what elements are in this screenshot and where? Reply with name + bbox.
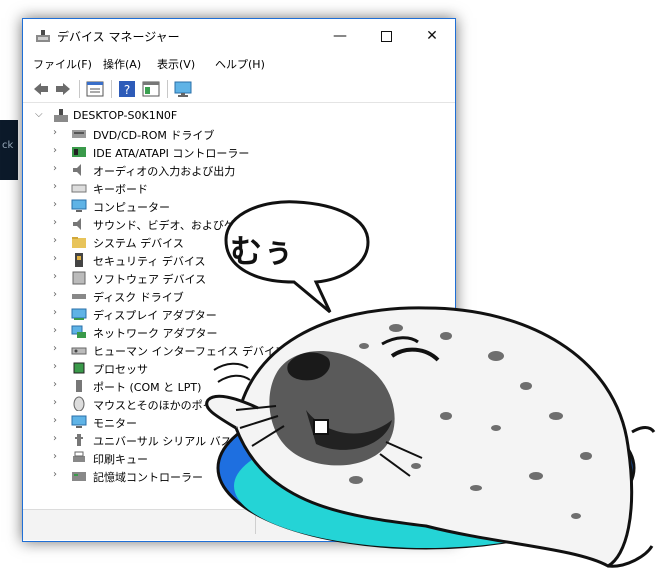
tree-item-label: ソフトウェア デバイス (93, 273, 207, 286)
chevron-right-icon[interactable]: › (53, 343, 63, 355)
toolbar-separator (111, 80, 112, 98)
chevron-right-icon[interactable]: › (53, 199, 63, 211)
tree-root-row[interactable]: ⌵ DESKTOP-S0K1N0F (23, 107, 455, 125)
title-bar[interactable]: デバイス マネージャー — ✕ (23, 19, 455, 53)
chevron-down-icon[interactable]: ⌵ (35, 109, 45, 121)
toolbar-separator (167, 80, 168, 98)
storage-controller-icon (72, 472, 86, 481)
properties-panel-icon[interactable] (141, 80, 161, 98)
menu-bar: ファイル(F) 操作(A) 表示(V) ヘルプ(H) (23, 53, 455, 75)
hid-icon (71, 347, 87, 355)
tree-item-label: ディスク ドライブ (93, 291, 184, 304)
mouse-icon (73, 396, 85, 411)
toolbar: ? (23, 76, 455, 103)
tree-item[interactable]: › キーボード (23, 179, 455, 197)
background-window-strip: ck (0, 120, 18, 180)
chevron-right-icon[interactable]: › (53, 235, 63, 247)
chevron-right-icon[interactable]: › (53, 289, 63, 301)
security-key-icon (75, 253, 83, 267)
window-title: デバイス マネージャー (57, 30, 180, 44)
chevron-right-icon[interactable]: › (53, 253, 63, 265)
dvd-drive-icon (72, 130, 86, 138)
motion-line (217, 374, 251, 383)
menu-help[interactable]: ヘルプ(H) (215, 56, 265, 72)
display-adapter-icon (71, 308, 87, 320)
properties-icon[interactable] (85, 80, 105, 98)
forward-arrow-icon[interactable] (53, 80, 73, 98)
port-icon (76, 380, 82, 392)
disk-drive-icon (72, 294, 86, 299)
tree-item-label: システム デバイス (93, 237, 184, 250)
tree-item-label: プロセッサ (93, 363, 148, 376)
chevron-right-icon[interactable]: › (53, 451, 63, 463)
chevron-right-icon[interactable]: › (53, 325, 63, 337)
computer-icon (71, 199, 87, 212)
tree-item-label: モニター (93, 417, 137, 430)
tree-item-label: IDE ATA/ATAPI コントローラー (93, 147, 250, 160)
keyboard-icon (71, 184, 87, 193)
monitor-icon (71, 415, 87, 428)
toolbar-separator (79, 80, 80, 98)
system-folder-icon (72, 237, 86, 248)
close-button[interactable]: ✕ (409, 19, 455, 53)
tree-item-label: キーボード (93, 183, 148, 196)
back-arrow-icon[interactable] (31, 80, 51, 98)
processor-icon (73, 362, 85, 374)
chevron-right-icon[interactable]: › (53, 307, 63, 319)
tree-item-label: コンピューター (93, 201, 170, 214)
software-device-icon (72, 271, 86, 285)
chevron-right-icon[interactable]: › (53, 271, 63, 283)
chevron-right-icon[interactable]: › (53, 361, 63, 373)
seal-tail-flipper (631, 426, 656, 434)
chevron-right-icon[interactable]: › (53, 415, 63, 427)
chevron-right-icon[interactable]: › (53, 217, 63, 229)
close-icon: ✕ (426, 28, 438, 44)
seal-tooth (313, 419, 329, 435)
ide-controller-icon (72, 147, 86, 157)
background-window-text: ck (2, 140, 14, 151)
svg-text:?: ? (124, 83, 130, 97)
chevron-right-icon[interactable]: › (53, 181, 63, 193)
maximize-button[interactable] (363, 19, 409, 53)
chevron-right-icon[interactable]: › (53, 145, 63, 157)
computer-root-icon (54, 109, 68, 122)
tree-root-label: DESKTOP-S0K1N0F (73, 109, 178, 122)
tree-item[interactable]: › IDE ATA/ATAPI コントローラー (23, 143, 455, 161)
tree-item[interactable]: › オーディオの入力および出力 (23, 161, 455, 179)
speech-bubble-text: むぅ (230, 232, 295, 270)
printer-icon (73, 451, 85, 462)
menu-view[interactable]: 表示(V) (157, 56, 195, 72)
tree-item[interactable]: › DVD/CD-ROM ドライブ (23, 125, 455, 143)
chevron-right-icon[interactable]: › (53, 127, 63, 139)
chevron-right-icon[interactable]: › (53, 379, 63, 391)
menu-action[interactable]: 操作(A) (103, 56, 141, 72)
speaker-icon (73, 164, 81, 176)
device-manager-app-icon (36, 30, 50, 42)
monitor-scan-icon[interactable] (173, 80, 193, 98)
minimize-icon: — (333, 28, 347, 44)
chevron-right-icon[interactable]: › (53, 163, 63, 175)
chevron-right-icon[interactable]: › (53, 433, 63, 445)
tree-item-label: 印刷キュー (93, 453, 148, 466)
tree-item-label: ポート (COM と LPT) (93, 381, 202, 394)
tree-item-label: 記憶域コントローラー (93, 471, 203, 484)
tree-item-label: オーディオの入力および出力 (93, 165, 236, 178)
chevron-right-icon[interactable]: › (53, 469, 63, 481)
menu-file[interactable]: ファイル(F) (33, 56, 92, 72)
maximize-icon (380, 30, 392, 42)
tree-item-label: DVD/CD-ROM ドライブ (93, 129, 215, 142)
motion-line (213, 362, 249, 371)
network-adapter-icon (71, 325, 86, 338)
sound-icon (73, 218, 81, 230)
chevron-right-icon[interactable]: › (53, 397, 63, 409)
tree-item-label: セキュリティ デバイス (93, 255, 206, 268)
help-icon[interactable]: ? (117, 80, 137, 98)
usb-icon (75, 434, 83, 446)
minimize-button[interactable]: — (317, 19, 363, 53)
